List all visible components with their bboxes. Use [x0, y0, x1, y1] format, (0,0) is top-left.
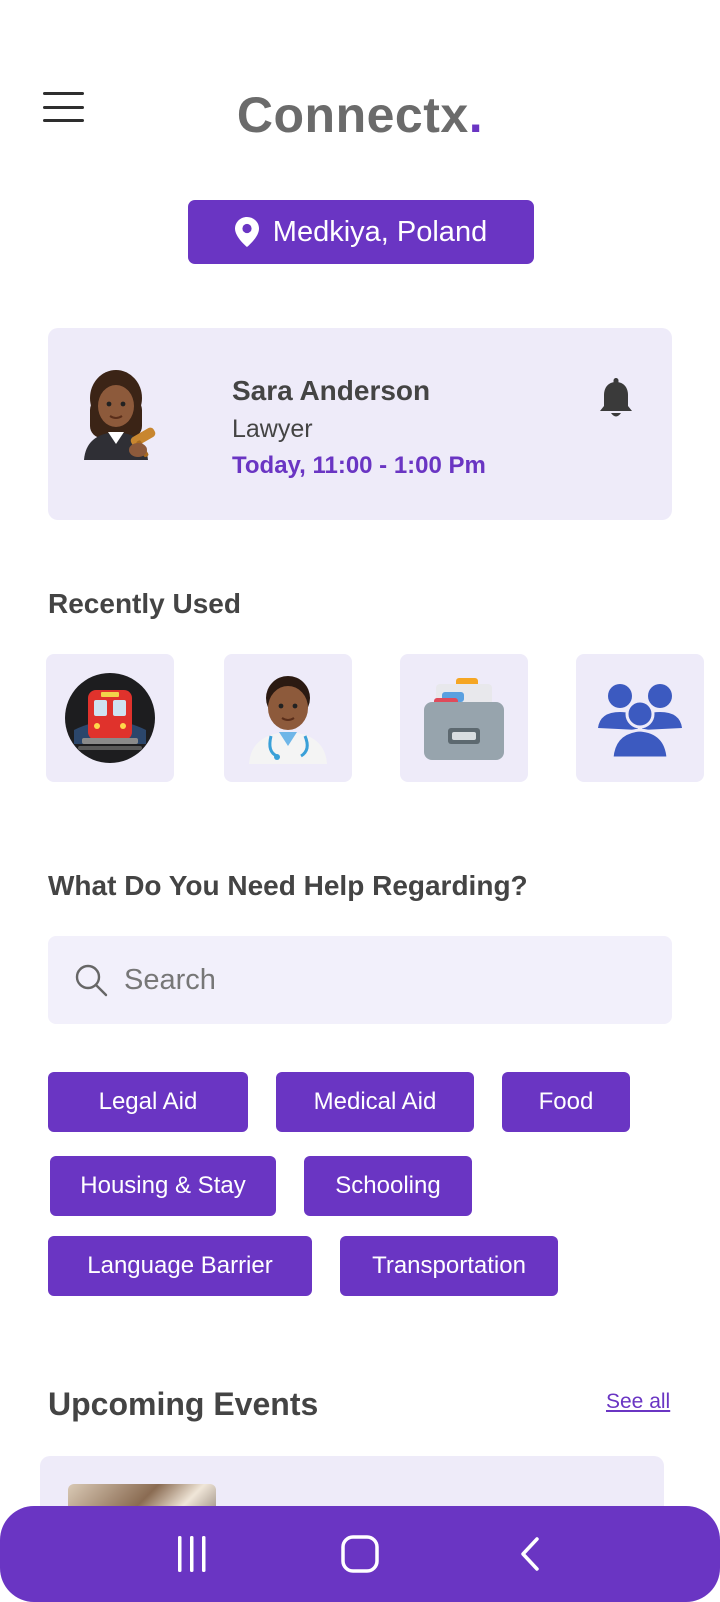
system-nav-bar: [0, 1506, 720, 1602]
recent-apps-button[interactable]: [166, 1528, 218, 1580]
help-title: What Do You Need Help Regarding?: [48, 870, 528, 901]
appointment-time: Today, 11:00 - 1:00 Pm: [232, 452, 486, 479]
brand-text: Connectx: [236, 87, 469, 143]
recent-apps-icon: [178, 1536, 206, 1572]
app-logo: Connectx.: [0, 86, 720, 144]
doctor-icon: [249, 676, 327, 764]
recent-item-metro[interactable]: [46, 654, 174, 782]
back-icon: [521, 1537, 539, 1571]
upcoming-events-title: Upcoming Events: [48, 1386, 319, 1422]
home-button[interactable]: [334, 1528, 386, 1580]
search-bar[interactable]: [48, 936, 672, 1024]
location-label: Medkiya, Poland: [272, 215, 488, 248]
brand-dot: .: [468, 87, 484, 143]
chip-housing-stay[interactable]: Housing & Stay: [50, 1156, 276, 1216]
woman-judge-avatar-icon: [84, 370, 156, 460]
location-pin-icon: [234, 217, 259, 247]
bell-icon[interactable]: [599, 378, 633, 420]
chip-legal-aid[interactable]: Legal Aid: [48, 1072, 248, 1132]
card-file-box-icon: [424, 678, 504, 760]
community-group-icon: [598, 684, 682, 760]
chip-schooling[interactable]: Schooling: [304, 1156, 472, 1216]
see-all-link[interactable]: See all: [606, 1390, 670, 1414]
recently-used-title: Recently Used: [48, 588, 241, 619]
recent-item-files[interactable]: [400, 654, 528, 782]
chip-language-barrier[interactable]: Language Barrier: [48, 1236, 312, 1296]
search-input[interactable]: [124, 963, 624, 997]
chip-medical-aid[interactable]: Medical Aid: [276, 1072, 474, 1132]
recent-item-doctor[interactable]: [224, 654, 352, 782]
appointment-card[interactable]: Sara Anderson Lawyer Today, 11:00 - 1:00…: [48, 328, 672, 520]
search-icon: [75, 964, 108, 997]
appointment-name: Sara Anderson: [232, 375, 431, 406]
recent-item-community[interactable]: [576, 654, 704, 782]
appointment-role: Lawyer: [232, 415, 313, 443]
back-button[interactable]: [504, 1528, 556, 1580]
metro-train-icon: [65, 673, 155, 763]
chip-transportation[interactable]: Transportation: [340, 1236, 558, 1296]
home-icon: [341, 1535, 379, 1573]
location-button[interactable]: Medkiya, Poland: [188, 200, 534, 264]
chip-food[interactable]: Food: [502, 1072, 630, 1132]
